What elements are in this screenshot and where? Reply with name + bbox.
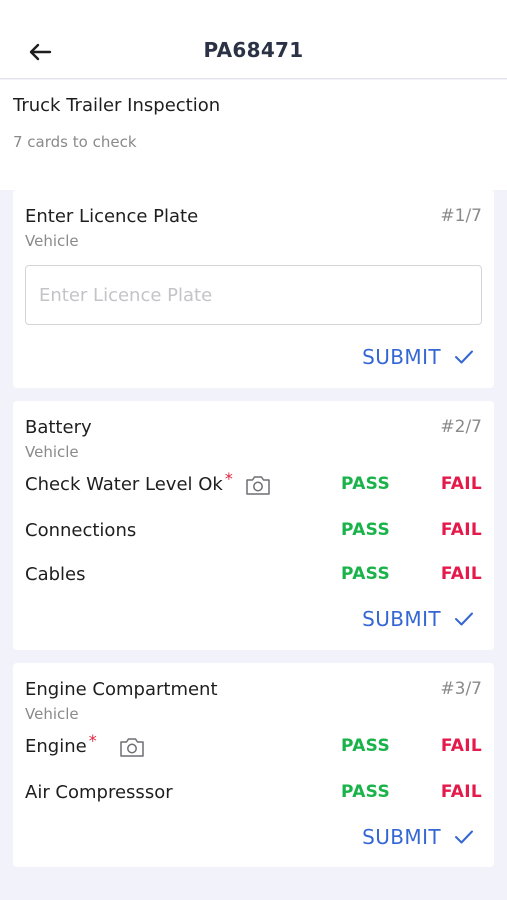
submit-button[interactable]: SUBMIT [362, 825, 474, 849]
checkmark-icon [455, 612, 473, 626]
submit-label: SUBMIT [362, 825, 441, 849]
card-battery: Battery Vehicle #2/7 Check Water Level O… [13, 401, 494, 650]
check-item: Air Compresssor PASS FAIL [25, 780, 482, 808]
submit-button[interactable]: SUBMIT [362, 607, 474, 631]
fail-button[interactable]: FAIL [441, 520, 482, 540]
card-category: Vehicle [25, 705, 79, 723]
pass-button[interactable]: PASS [341, 564, 390, 584]
check-item-label: Engine [25, 736, 87, 757]
check-item: Engine * PASS FAIL [25, 731, 482, 762]
pass-button[interactable]: PASS [341, 474, 390, 494]
card-category: Vehicle [25, 232, 79, 250]
card-engine-compartment: Engine Compartment Vehicle #3/7 Engine * … [13, 663, 494, 867]
check-item-label: Air Compresssor [25, 782, 173, 803]
fail-button[interactable]: FAIL [441, 474, 482, 494]
check-item: Connections PASS FAIL [25, 518, 482, 546]
pass-button[interactable]: PASS [341, 782, 390, 802]
card-title: Engine Compartment [25, 679, 218, 700]
submit-label: SUBMIT [362, 345, 441, 369]
page-title: PA68471 [203, 38, 304, 62]
required-marker: * [88, 731, 97, 750]
camera-icon [120, 738, 144, 757]
card-number: #2/7 [440, 417, 482, 437]
licence-plate-input[interactable] [25, 265, 482, 325]
checkmark-icon [455, 350, 473, 364]
camera-button[interactable] [244, 472, 272, 498]
check-item-label: Check Water Level Ok [25, 474, 223, 495]
camera-button[interactable] [118, 734, 146, 760]
camera-icon [246, 476, 270, 495]
inspection-summary: Truck Trailer Inspection 7 cards to chec… [0, 80, 507, 190]
check-item: Check Water Level Ok * PASS FAIL [25, 469, 482, 500]
card-title: Battery [25, 417, 92, 438]
submit-button[interactable]: SUBMIT [362, 345, 474, 369]
inspection-subtitle: 7 cards to check [13, 133, 137, 151]
fail-button[interactable]: FAIL [441, 564, 482, 584]
check-item-label: Cables [25, 564, 86, 585]
card-number: #1/7 [440, 206, 482, 226]
card-number: #3/7 [440, 679, 482, 699]
check-item: Cables PASS FAIL [25, 562, 482, 590]
inspection-name: Truck Trailer Inspection [13, 95, 221, 116]
fail-button[interactable]: FAIL [441, 736, 482, 756]
card-category: Vehicle [25, 443, 79, 461]
app-header: PA68471 [0, 0, 507, 79]
card-title: Enter Licence Plate [25, 206, 199, 227]
pass-button[interactable]: PASS [341, 736, 390, 756]
pass-button[interactable]: PASS [341, 520, 390, 540]
checkmark-icon [455, 830, 473, 844]
card-licence-plate: Enter Licence Plate Vehicle #1/7 SUBMIT [13, 190, 494, 388]
fail-button[interactable]: FAIL [441, 782, 482, 802]
check-item-label: Connections [25, 520, 137, 541]
required-marker: * [224, 469, 233, 488]
submit-label: SUBMIT [362, 607, 441, 631]
